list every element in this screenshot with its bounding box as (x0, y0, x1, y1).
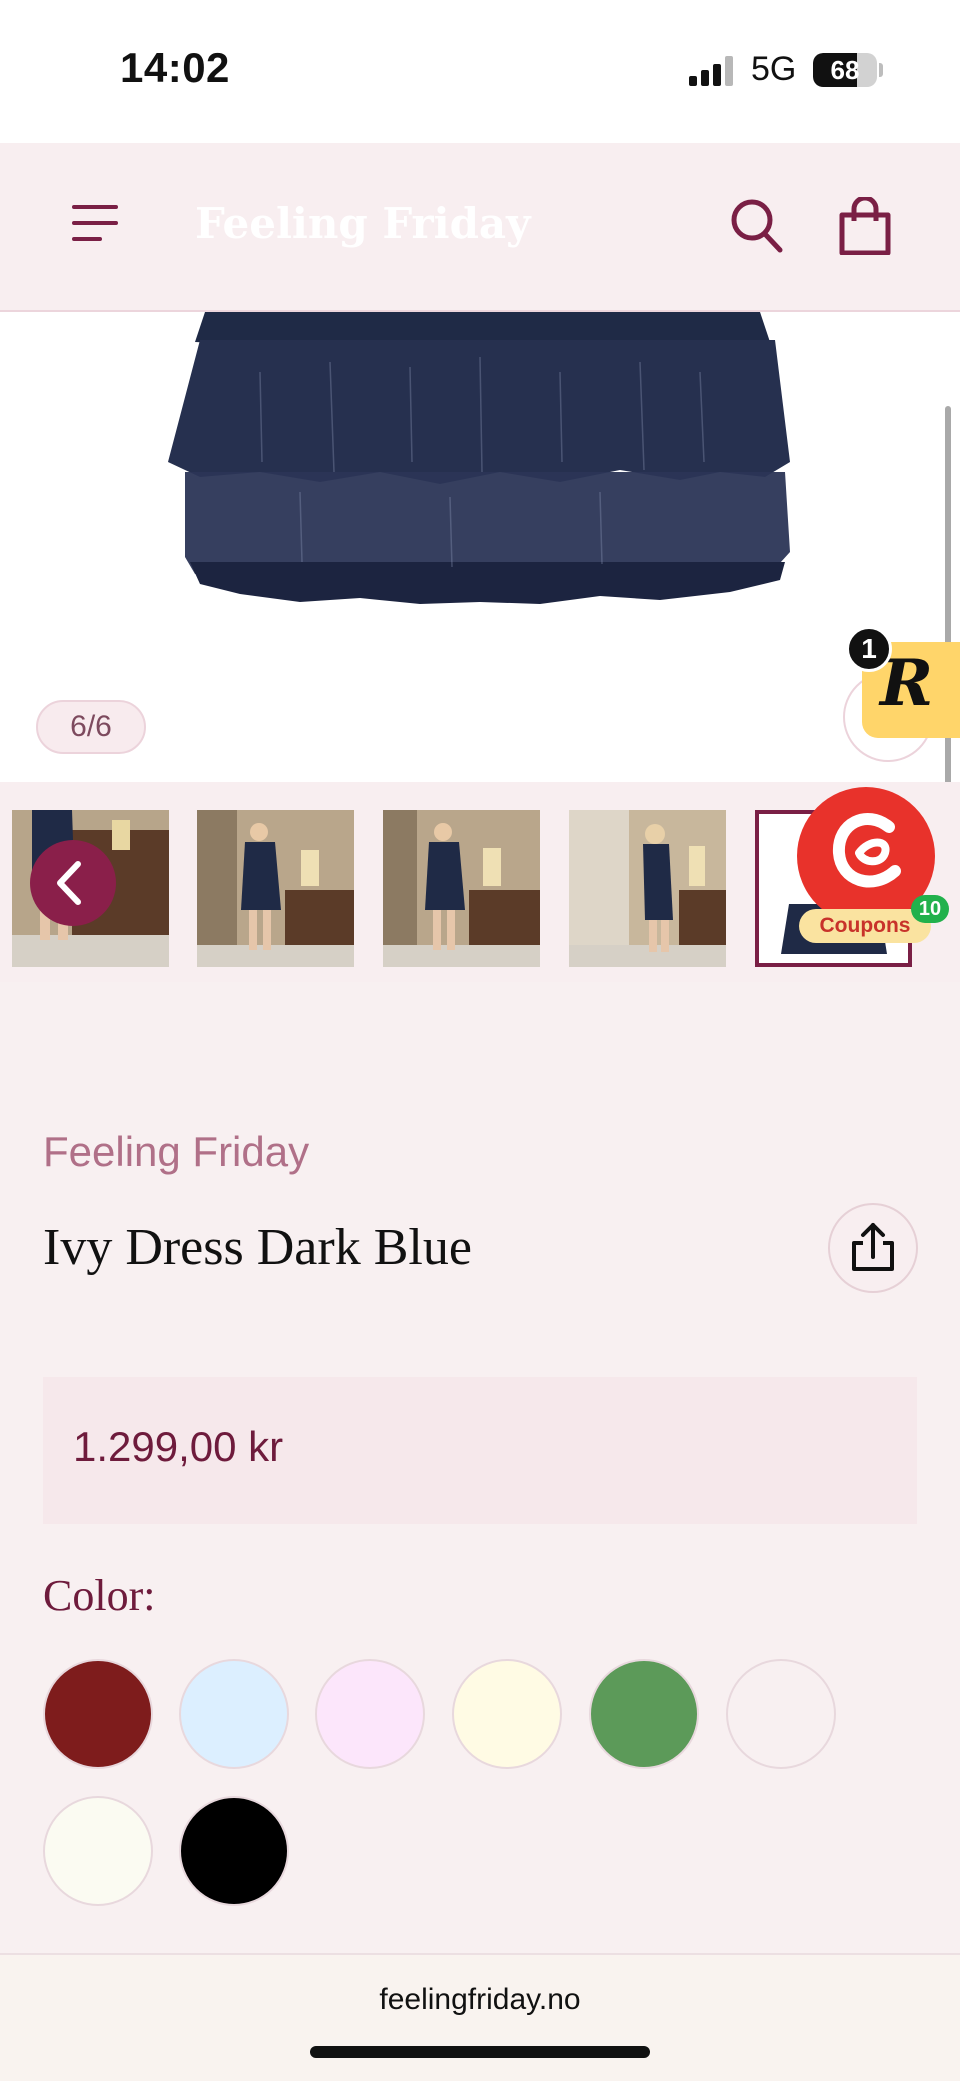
color-swatch-6[interactable] (726, 1659, 836, 1769)
home-indicator[interactable] (310, 2046, 650, 2058)
share-button[interactable] (828, 1203, 918, 1293)
image-counter: 6/6 (36, 700, 146, 754)
shopping-bag-icon[interactable] (838, 195, 892, 256)
coupons-count-badge: 10 (911, 895, 949, 923)
status-time: 14:02 (120, 44, 230, 91)
color-swatch-7[interactable] (43, 1796, 153, 1906)
browser-url-bar[interactable]: feelingfriday.no (0, 1953, 960, 2081)
search-icon[interactable] (730, 197, 784, 255)
thumbnail-2[interactable] (197, 810, 354, 967)
previous-image-button[interactable] (30, 840, 116, 926)
battery-level: 68 (830, 55, 860, 85)
coupons-widget[interactable]: Coupons 10 (797, 787, 949, 943)
product-title: Ivy Dress Dark Blue (43, 1219, 472, 1276)
color-swatch-4[interactable] (452, 1659, 562, 1769)
signal-icon (689, 56, 735, 86)
color-swatch-5[interactable] (589, 1659, 699, 1769)
url-text[interactable]: feelingfriday.no (0, 1983, 960, 2017)
menu-icon[interactable] (72, 205, 120, 245)
battery-icon: 68 (813, 53, 877, 87)
thumbnail-3[interactable] (383, 810, 540, 967)
network-label: 5G (751, 50, 797, 88)
rewards-badge: 1 (846, 626, 892, 672)
site-logo[interactable]: Feeling Friday (195, 199, 531, 248)
chevron-left-icon (57, 861, 81, 905)
brand-name[interactable]: Feeling Friday (43, 1128, 309, 1176)
site-header: Feeling Friday (0, 143, 960, 312)
color-swatch-8[interactable] (179, 1796, 289, 1906)
color-swatch-2[interactable] (179, 1659, 289, 1769)
status-bar: 14:02 5G 68 (0, 0, 960, 143)
share-icon (852, 1223, 894, 1271)
dress-photo (168, 312, 790, 604)
price-box: 1.299,00 kr (43, 1377, 917, 1524)
thumbnail-4[interactable] (569, 810, 726, 967)
product-price: 1.299,00 kr (73, 1423, 284, 1470)
page-scrollbar[interactable] (945, 406, 951, 806)
color-swatch-3[interactable] (315, 1659, 425, 1769)
color-swatch-1[interactable] (43, 1659, 153, 1769)
color-label: Color: (43, 1571, 156, 1620)
product-image[interactable]: 6/6 (0, 312, 960, 782)
